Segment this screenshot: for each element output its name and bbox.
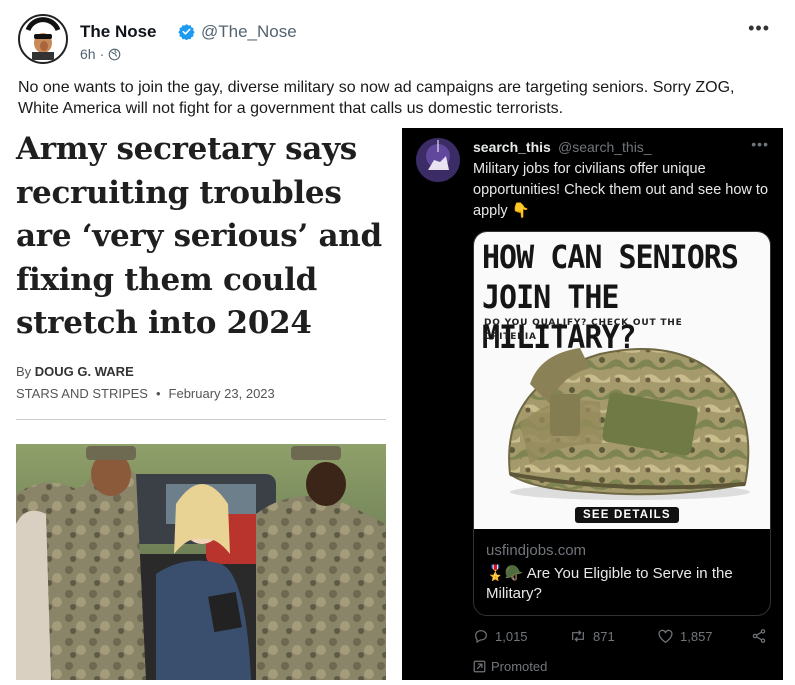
embed-avatar <box>416 138 460 182</box>
helmet-image <box>508 348 750 500</box>
author-name[interactable]: The Nose <box>80 22 157 42</box>
post-text: No one wants to join the gay, diverse mi… <box>18 79 735 117</box>
embed-author-name: search_this <box>473 139 551 155</box>
meta-dot: · <box>99 46 105 62</box>
post-time[interactable]: 6h <box>80 46 96 62</box>
article-date: February 23, 2023 <box>168 386 275 401</box>
ad-card-domain: usfindjobs.com <box>486 542 587 559</box>
source-bullet: • <box>155 386 161 401</box>
ad-card-title: 🎖️🪖 Are You Eligible to Serve in the Mil… <box>486 565 733 602</box>
article-source-row: STARS AND STRIPES • February 23, 2023 <box>16 386 275 401</box>
author-handle[interactable]: @The_Nose <box>201 22 297 42</box>
byline-prefix: By <box>16 364 32 379</box>
verified-badge-icon <box>178 24 195 40</box>
reply-count: 1,015 <box>495 628 528 644</box>
embed-actions-row: 1,015 871 1,857 <box>473 628 773 648</box>
post-meta: 6h · <box>80 46 121 62</box>
article-divider <box>16 419 386 420</box>
author-avatar[interactable] <box>18 14 68 64</box>
embed-text: Military jobs for civilians offer unique… <box>473 161 769 219</box>
globe-icon <box>108 48 121 60</box>
promoted-text: Promoted <box>491 659 548 674</box>
see-details-button: SEE DETAILS <box>575 507 679 523</box>
like-count: 1,857 <box>680 628 713 644</box>
reply-icon <box>475 630 487 644</box>
share-action <box>751 628 767 644</box>
article-byline: By DOUG G. WARE <box>16 364 134 379</box>
ad-card: HOW CAN SENIORS JOIN THE MILITARY? DO YO… <box>473 231 771 616</box>
reply-action: 1,015 <box>473 628 528 644</box>
ad-card-image: HOW CAN SENIORS JOIN THE MILITARY? DO YO… <box>474 232 770 529</box>
like-action: 1,857 <box>657 628 713 644</box>
promoted-tweet-screenshot[interactable]: search_this @search_this_ ••• Military j… <box>402 128 783 680</box>
promoted-label: Promoted <box>473 659 547 674</box>
article-author: DOUG G. WARE <box>34 364 134 379</box>
article-source: STARS AND STRIPES <box>16 386 148 401</box>
article-photo <box>16 444 386 680</box>
embed-author-handle: @search_this_ <box>558 139 652 155</box>
embed-more-icon: ••• <box>751 136 769 152</box>
repost-icon <box>572 630 584 642</box>
post-header: The Nose @The_Nose 6h · ••• <box>18 12 778 68</box>
more-options-button[interactable]: ••• <box>748 18 770 39</box>
share-icon <box>752 629 766 643</box>
promoted-icon <box>473 660 486 673</box>
article-screenshot[interactable]: Army secretary says recruiting troubles … <box>16 128 388 680</box>
heart-icon <box>658 629 673 644</box>
article-headline: Army secretary says recruiting troubles … <box>16 131 382 341</box>
repost-count: 871 <box>593 628 615 644</box>
repost-action: 871 <box>569 628 615 644</box>
